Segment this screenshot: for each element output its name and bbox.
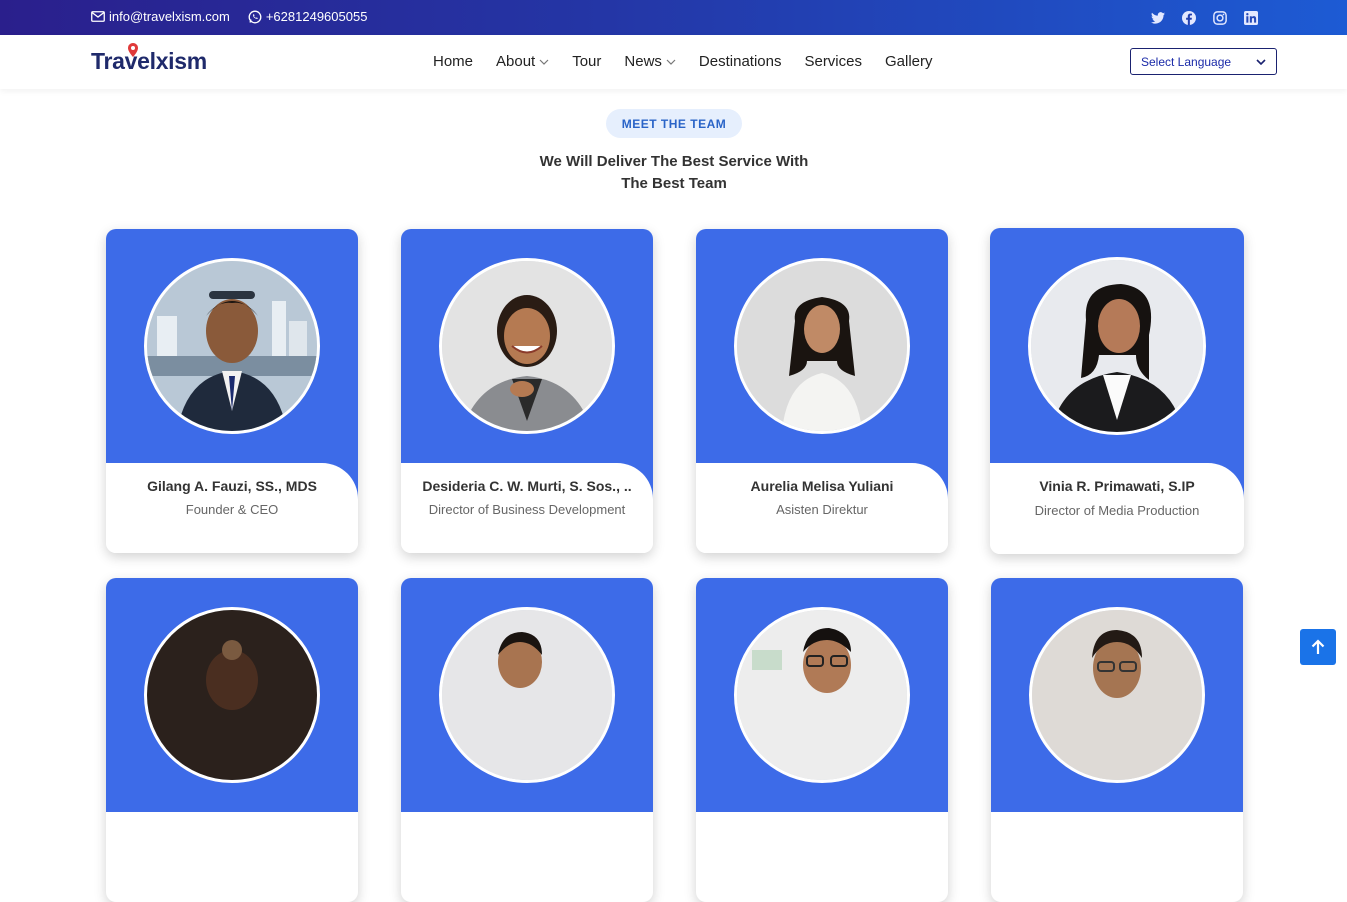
team-card[interactable] [401,578,653,902]
member-role: Founder & CEO [185,502,279,517]
team-photo [1028,257,1206,435]
site-logo[interactable]: Travelxism [91,43,207,75]
section-subtitle: We Will Deliver The Best Service With Th… [474,151,874,195]
team-photo [439,258,615,434]
member-role: Director of Business Development [428,502,626,517]
team-card[interactable] [991,578,1243,902]
nav-item-about[interactable]: About [496,53,549,70]
top-bar: info@travelxism.com +6281249605055 [0,0,1347,35]
subtitle-line: The Best Team [621,175,727,192]
chevron-down-icon [666,59,676,65]
back-to-top-button[interactable] [1300,629,1336,665]
email-link[interactable]: info@travelxism.com [91,9,230,24]
nav-item-label: About [496,53,536,70]
chevron-down-icon [539,59,549,65]
team-photo [144,258,320,434]
contact-info: info@travelxism.com +6281249605055 [91,9,367,24]
member-role: Director of Media Production [1034,503,1200,518]
member-name: Desideria C. W. Murti, S. Sos., .. [422,478,632,494]
nav-item-label: Destinations [698,53,782,70]
twitter-icon[interactable] [1149,9,1166,26]
nav-item-label: News [624,53,662,70]
phone-text: +6281249605055 [265,9,368,24]
linkedin-icon[interactable] [1242,9,1259,26]
nav-item-news[interactable]: News [624,53,676,70]
language-select-value: Select Language [1141,54,1232,69]
location-pin-icon [128,43,138,57]
language-select[interactable]: Select Language [1130,48,1277,75]
nav-item-label: Gallery [885,53,933,70]
team-photo [734,258,910,434]
main-navbar: Travelxism Home About Tour News Destinat… [0,35,1347,89]
nav-item-label: Home [433,53,474,70]
nav-item-services[interactable]: Services [804,53,862,70]
instagram-icon[interactable] [1211,9,1228,26]
facebook-icon[interactable] [1180,9,1197,26]
social-links [1149,9,1259,26]
nav-menu: Home About Tour News Destinations Servic… [433,53,933,70]
team-card[interactable]: Vinia R. Primawati, S.IP Director of Med… [990,228,1244,554]
team-photo [734,607,910,783]
phone-link[interactable]: +6281249605055 [248,9,368,24]
logo-text: Travelxism [91,48,207,74]
email-text: info@travelxism.com [109,9,230,24]
chevron-down-icon [1256,58,1266,65]
team-card[interactable]: Aurelia Melisa Yuliani Asisten Direktur [696,229,948,553]
team-card[interactable] [696,578,948,902]
nav-item-label: Services [804,53,862,70]
team-photo [144,607,320,783]
whatsapp-icon [248,10,262,23]
member-name: Gilang A. Fauzi, SS., MDS [147,478,317,494]
envelope-icon [91,11,105,22]
team-card[interactable]: Desideria C. W. Murti, S. Sos., .. Direc… [401,229,653,553]
team-photo [1029,607,1205,783]
nav-item-label: Tour [572,53,602,70]
arrow-up-icon [1311,639,1325,654]
team-card[interactable] [106,578,358,902]
member-role: Asisten Direktur [776,502,868,517]
nav-item-destinations[interactable]: Destinations [699,53,782,70]
member-name: Aurelia Melisa Yuliani [750,478,894,494]
team-card[interactable]: Gilang A. Fauzi, SS., MDS Founder & CEO [106,229,358,553]
member-name: Vinia R. Primawati, S.IP [1039,478,1195,494]
nav-item-gallery[interactable]: Gallery [885,53,933,70]
subtitle-line: We Will Deliver The Best Service With [539,153,809,170]
team-photo [439,607,615,783]
nav-item-tour[interactable]: Tour [572,53,601,70]
section-badge: MEET THE TEAM [606,109,742,138]
nav-item-home[interactable]: Home [433,53,473,70]
